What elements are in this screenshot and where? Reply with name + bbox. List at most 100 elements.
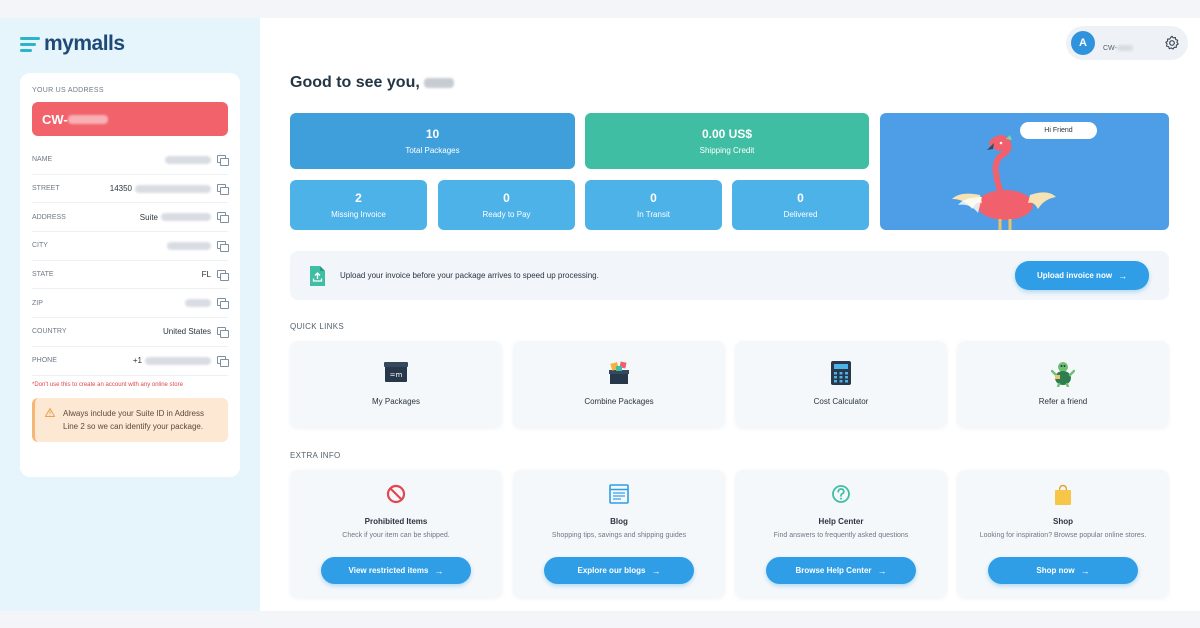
suite-id-box[interactable]: CW- bbox=[32, 102, 228, 136]
stat-missing-invoice[interactable]: 2 Missing Invoice bbox=[290, 180, 427, 230]
stat-shipping-credit[interactable]: 0.00 US$ Shipping Credit bbox=[585, 113, 869, 169]
address-label: NAME bbox=[32, 156, 53, 164]
quick-link-label: My Packages bbox=[371, 397, 421, 406]
quick-links-label: QUICK LINKS bbox=[290, 322, 344, 331]
stat-total-packages[interactable]: 10 Total Packages bbox=[290, 113, 575, 169]
upload-invoice-text: Upload your invoice before your package … bbox=[340, 271, 599, 280]
copy-icon[interactable] bbox=[217, 212, 229, 224]
arrow-right-icon: → bbox=[1080, 565, 1090, 576]
quick-link-my-packages[interactable]: =m My Packages bbox=[290, 341, 502, 428]
sidebar: mymalls YOUR US ADDRESS CW- NAME STREET … bbox=[0, 18, 260, 611]
us-address-card: YOUR US ADDRESS CW- NAME STREET 14350 AD… bbox=[20, 73, 240, 477]
address-label: COUNTRY bbox=[32, 328, 67, 336]
view-restricted-items-button[interactable]: View restricted items → bbox=[321, 557, 471, 584]
quick-link-label: Cost Calculator bbox=[813, 397, 869, 406]
address-row-street: STREET 14350 bbox=[32, 175, 229, 204]
stat-value: 0.00 US$ bbox=[701, 127, 753, 141]
stat-value: 0 bbox=[797, 191, 804, 205]
stat-delivered[interactable]: 0 Delivered bbox=[732, 180, 869, 230]
logo-mark-icon bbox=[20, 36, 40, 52]
stat-value: 0 bbox=[503, 191, 510, 205]
stat-value: 10 bbox=[425, 127, 440, 141]
extra-info-description: Check if your item can be shipped. bbox=[342, 532, 450, 539]
stat-label: Delivered bbox=[783, 210, 818, 219]
address-value bbox=[88, 241, 217, 250]
copy-icon[interactable] bbox=[217, 183, 229, 195]
address-row-address: ADDRESS Suite bbox=[32, 203, 229, 233]
address-row-name: NAME bbox=[32, 146, 229, 175]
prohibited-icon bbox=[386, 484, 406, 504]
warning-icon bbox=[45, 407, 55, 417]
upload-file-icon bbox=[310, 265, 325, 286]
stat-ready-to-pay[interactable]: 0 Ready to Pay bbox=[438, 180, 575, 230]
calculator-icon bbox=[831, 361, 851, 385]
address-warning: *Don't use this to create an account wit… bbox=[32, 381, 183, 388]
address-label: ZIP bbox=[32, 299, 43, 307]
address-label: CITY bbox=[32, 242, 48, 250]
dashboard-main: A CW- Good to see you, 10 Total Packages… bbox=[260, 18, 1200, 611]
address-label: ADDRESS bbox=[32, 213, 66, 221]
shop-now-button[interactable]: Shop now → bbox=[988, 557, 1138, 584]
address-value: FL bbox=[201, 270, 211, 280]
extra-info-title: Shop bbox=[1053, 517, 1073, 526]
arrow-right-icon: → bbox=[877, 565, 887, 576]
address-label: STATE bbox=[32, 271, 54, 279]
address-label: STREET bbox=[32, 185, 60, 193]
quick-link-refer-friend[interactable]: Refer a friend bbox=[957, 341, 1169, 428]
address-value bbox=[88, 155, 217, 164]
brand-name: mymalls bbox=[44, 32, 125, 55]
suite-id-prefix: CW- bbox=[42, 111, 68, 127]
copy-icon[interactable] bbox=[217, 298, 229, 310]
extra-info-title: Help Center bbox=[818, 517, 864, 526]
copy-icon[interactable] bbox=[217, 154, 229, 166]
address-row-phone: PHONE +1 bbox=[32, 347, 229, 376]
extra-info-description: Looking for inspiration? Browse popular … bbox=[979, 532, 1147, 539]
copy-icon[interactable] bbox=[217, 326, 229, 338]
arrow-right-icon: → bbox=[651, 565, 661, 576]
address-card-title: YOUR US ADDRESS bbox=[32, 87, 104, 94]
quick-link-cost-calculator[interactable]: Cost Calculator bbox=[735, 341, 947, 428]
copy-icon[interactable] bbox=[217, 269, 229, 281]
address-value: United States bbox=[162, 327, 211, 337]
brand-logo[interactable]: mymalls bbox=[20, 32, 125, 56]
svg-text:=m: =m bbox=[390, 371, 403, 379]
flamingo-icon bbox=[952, 135, 1056, 230]
address-value: +1 bbox=[88, 356, 217, 365]
upload-invoice-button[interactable]: Upload invoice now → bbox=[1015, 261, 1149, 290]
welcome-illustration: Hi Friend bbox=[880, 113, 1169, 230]
quick-link-label: Refer a friend bbox=[1038, 397, 1088, 406]
stat-value: 0 bbox=[650, 191, 657, 205]
extra-info-title: Blog bbox=[610, 517, 628, 526]
user-name-redacted bbox=[424, 77, 455, 88]
address-row-state: STATE FL bbox=[32, 261, 229, 290]
suite-id-redacted bbox=[67, 114, 108, 124]
page-title: Good to see you, bbox=[290, 74, 455, 92]
quick-link-combine-packages[interactable]: Combine Packages bbox=[513, 341, 725, 428]
arrow-right-icon: → bbox=[434, 565, 444, 576]
extra-info-description: Find answers to frequently asked questio… bbox=[773, 532, 909, 539]
address-row-zip: ZIP bbox=[32, 289, 229, 319]
user-menu[interactable]: A CW- bbox=[1066, 26, 1188, 60]
extra-info-description: Shopping tips, savings and shipping guid… bbox=[551, 532, 687, 539]
stat-label: Missing Invoice bbox=[331, 210, 386, 219]
address-row-country: COUNTRY United States bbox=[32, 318, 229, 347]
address-value: 14350 bbox=[88, 184, 217, 193]
browse-help-center-button[interactable]: Browse Help Center → bbox=[766, 557, 916, 584]
help-question-icon bbox=[832, 485, 850, 503]
stat-in-transit[interactable]: 0 In Transit bbox=[585, 180, 722, 230]
explore-blogs-button[interactable]: Explore our blogs → bbox=[544, 557, 694, 584]
copy-icon[interactable] bbox=[217, 355, 229, 367]
stat-label: Ready to Pay bbox=[482, 210, 531, 219]
extra-info-title: Prohibited Items bbox=[364, 517, 428, 526]
gear-icon[interactable] bbox=[1164, 35, 1180, 51]
address-value: Suite bbox=[88, 213, 217, 222]
quick-link-label: Combine Packages bbox=[584, 397, 654, 406]
copy-icon[interactable] bbox=[217, 240, 229, 252]
address-row-city: CITY bbox=[32, 232, 229, 261]
blog-page-icon bbox=[609, 484, 629, 504]
turtle-mascot-icon bbox=[1051, 362, 1075, 387]
user-id: CW- bbox=[1103, 45, 1133, 52]
suite-id-note: Always include your Suite ID in Address … bbox=[32, 397, 228, 442]
stat-label: Shipping Credit bbox=[699, 146, 755, 155]
suite-id-note-text: Always include your Suite ID in Address … bbox=[63, 408, 204, 431]
